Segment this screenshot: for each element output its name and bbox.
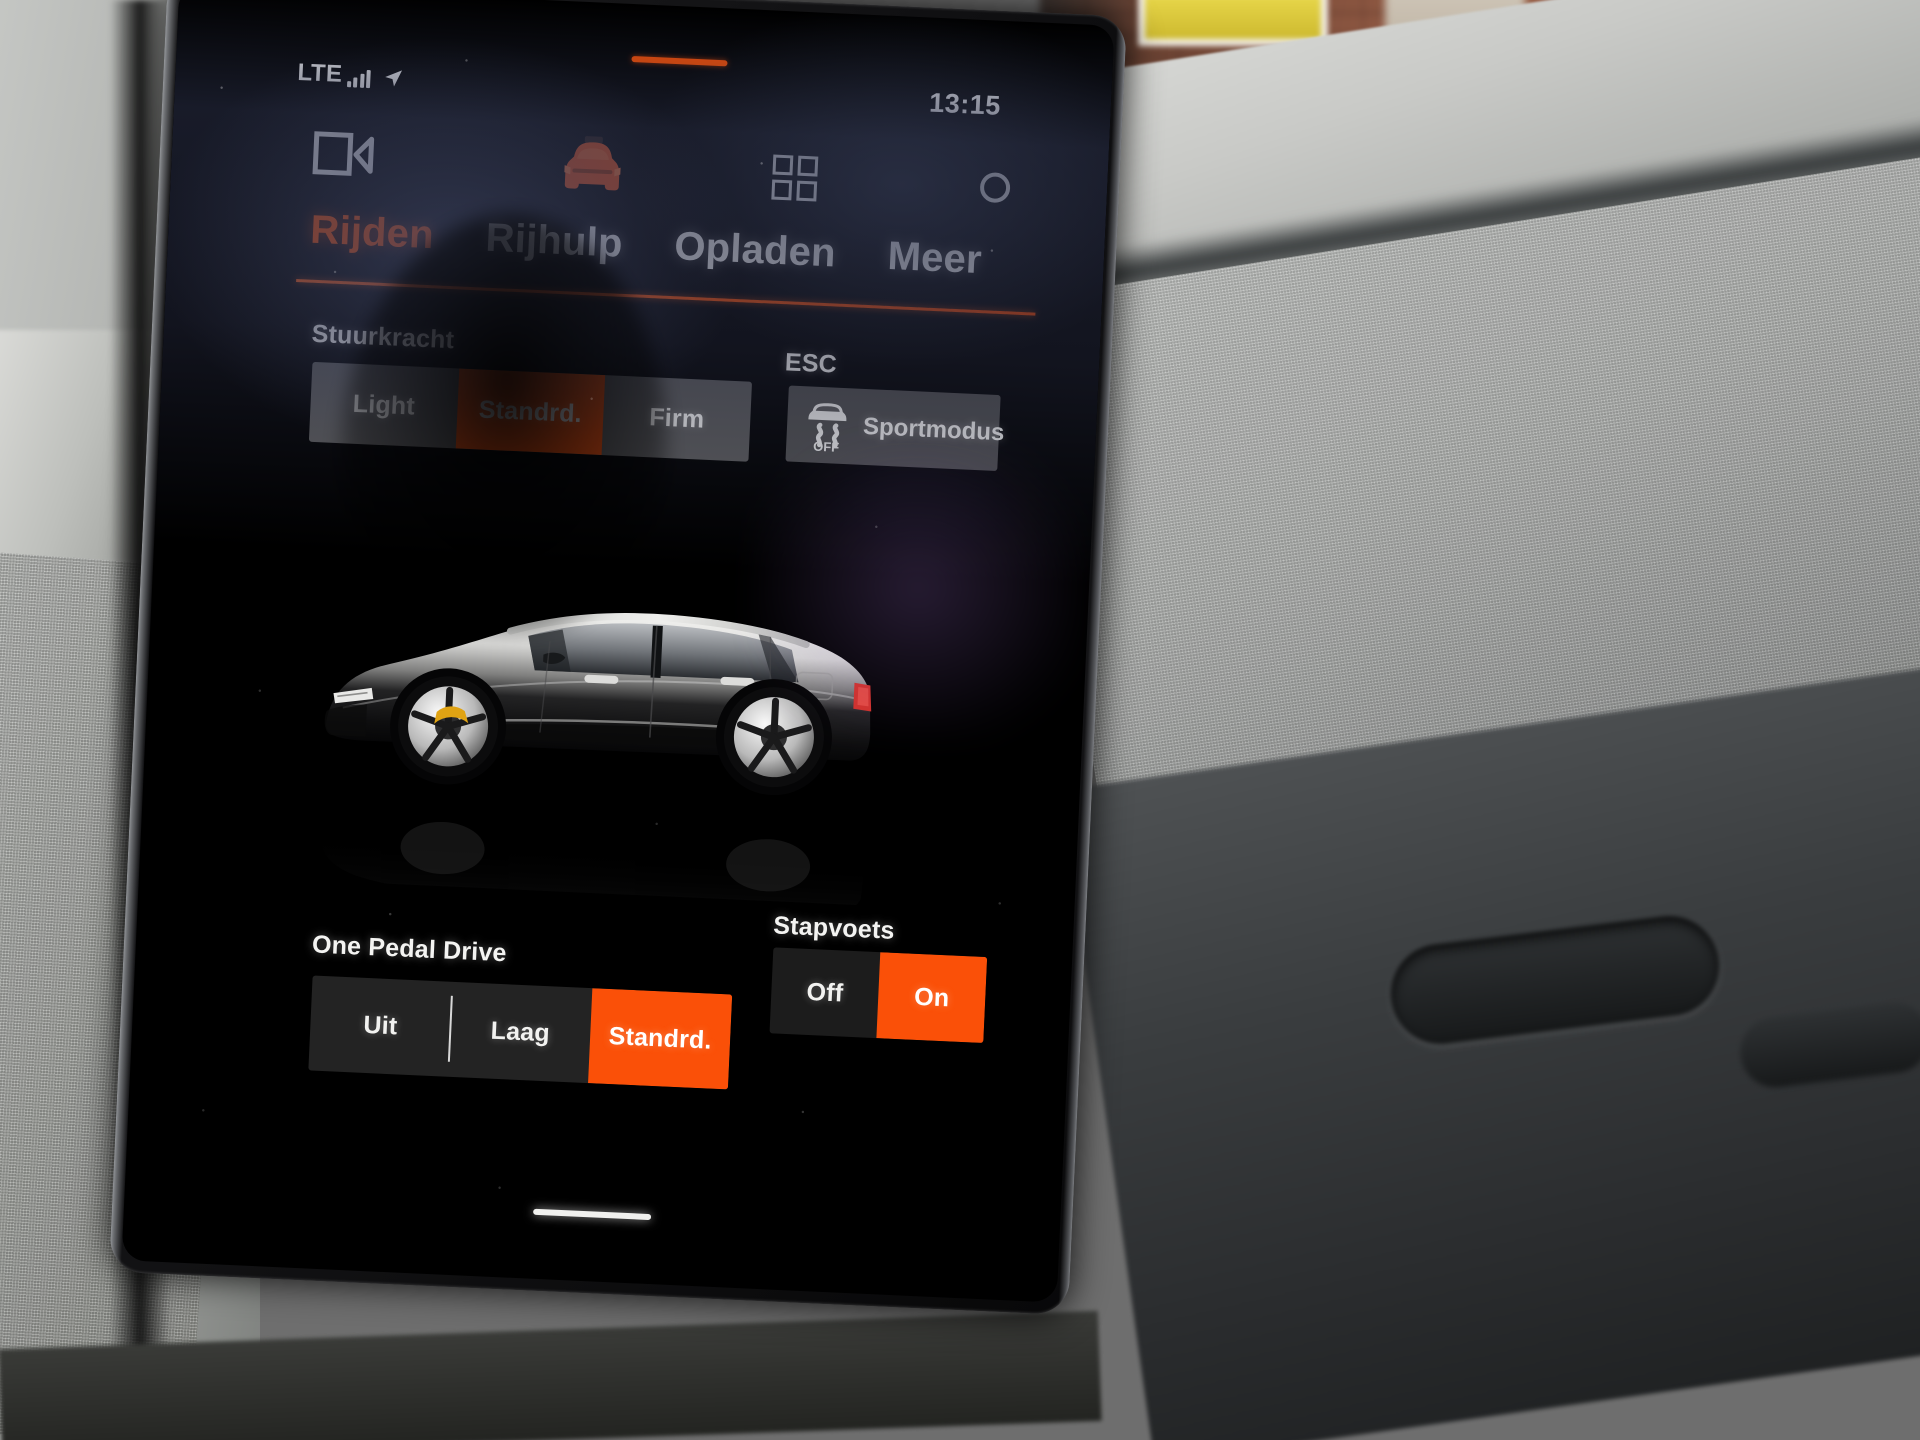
opd-option-laag[interactable]: Laag: [448, 982, 592, 1083]
creep-segmented-control[interactable]: Off On: [769, 947, 988, 1043]
creep-option-on[interactable]: On: [876, 952, 988, 1043]
drive-settings-ui: LTE 13:15 Rijden Rijhulp Opladen Meer St…: [122, 0, 1115, 1303]
home-indicator-bar[interactable]: [533, 1208, 652, 1221]
esc-button-label: Sportmodus: [862, 412, 1005, 447]
signal-bars-icon: [346, 67, 372, 89]
steering-option-light[interactable]: Light: [309, 362, 459, 449]
tab-rijhulp[interactable]: Rijhulp: [485, 216, 624, 267]
esc-car-skid-off-icon: OFF: [802, 397, 852, 455]
tab-meer[interactable]: Meer: [887, 234, 983, 283]
esc-label: ESC: [784, 348, 838, 379]
polestar-side-view: [320, 613, 872, 909]
opd-option-standard[interactable]: Standrd.: [588, 988, 733, 1090]
tab-bar-underline: [296, 279, 1036, 316]
one-pedal-drive-label: One Pedal Drive: [311, 930, 508, 968]
car-front-icon[interactable]: [558, 131, 627, 196]
tab-rijden[interactable]: Rijden: [309, 208, 434, 259]
creep-label: Stapvoets: [772, 911, 896, 945]
profile-circle-icon[interactable]: [975, 168, 1015, 208]
network-label: LTE: [296, 58, 343, 88]
steering-option-firm[interactable]: Firm: [602, 375, 752, 462]
esc-sport-mode-button[interactable]: OFF Sportmodus: [785, 385, 1005, 472]
navigation-arrow-icon: [385, 70, 403, 87]
opd-option-uit[interactable]: Uit: [308, 975, 452, 1076]
notification-indicator[interactable]: [631, 56, 728, 67]
steering-option-standard[interactable]: Standrd.: [455, 368, 606, 456]
steering-segmented-control[interactable]: Light Standrd. Firm: [308, 361, 753, 462]
infotainment-screen[interactable]: LTE 13:15 Rijden Rijhulp Opladen Meer St…: [121, 0, 1115, 1303]
infotainment-screen-bezel: LTE 13:15 Rijden Rijhulp Opladen Meer St…: [109, 0, 1127, 1316]
network-status-group: LTE: [296, 58, 405, 90]
app-grid-icon[interactable]: [768, 152, 820, 202]
tab-opladen[interactable]: Opladen: [673, 224, 836, 276]
creep-option-off[interactable]: Off: [769, 947, 880, 1038]
vehicle-hero-image: [289, 510, 945, 909]
camera-icon[interactable]: [311, 128, 377, 181]
steering-label: Stuurkracht: [311, 319, 455, 355]
clock: 13:15: [928, 87, 1002, 121]
one-pedal-drive-segmented-control[interactable]: Uit Laag Standrd.: [308, 975, 733, 1090]
esc-off-text: OFF: [813, 439, 840, 454]
